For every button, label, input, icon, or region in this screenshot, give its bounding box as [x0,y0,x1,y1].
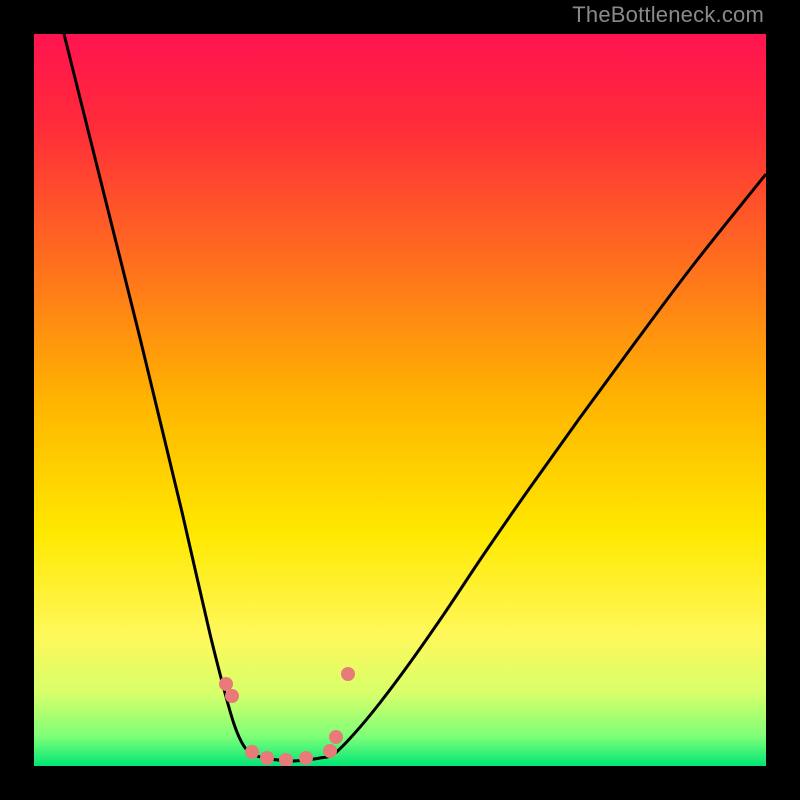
data-marker [299,751,313,765]
chart-frame: TheBottleneck.com [0,0,800,800]
data-marker [329,730,343,744]
data-marker [279,753,293,766]
data-marker [245,745,259,759]
data-marker [341,667,355,681]
bottleneck-curve [64,34,766,761]
data-markers [219,667,355,766]
data-marker [323,744,337,758]
data-marker [260,751,274,765]
watermark-text: TheBottleneck.com [572,2,764,28]
data-marker [219,677,233,691]
curve-layer [34,34,766,766]
plot-area [34,34,766,766]
data-marker [225,689,239,703]
